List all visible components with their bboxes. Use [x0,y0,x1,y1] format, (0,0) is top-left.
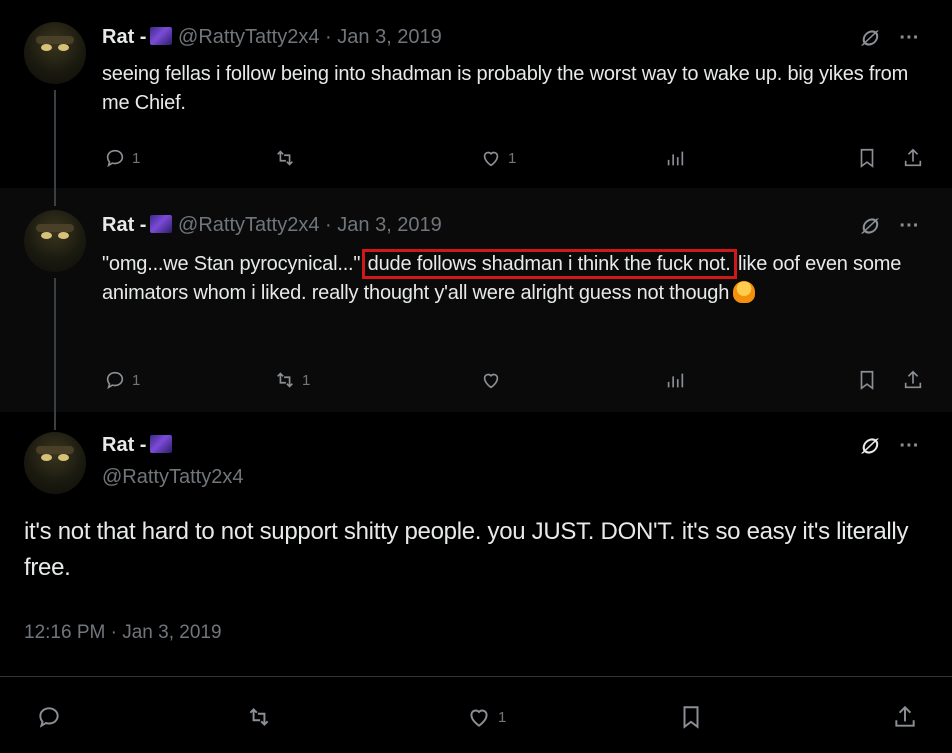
share-icon [904,148,922,167]
like-button[interactable]: 1 [466,702,506,732]
like-count: 1 [498,708,507,726]
more-options-icon[interactable]: ··· [899,435,919,458]
handle[interactable]: @RattyTatty2x4 [178,26,319,48]
avatar[interactable] [24,432,86,494]
person-shrugging-emoji-icon [733,281,756,303]
bookmark-button[interactable] [856,365,878,395]
tweet-text: seeing fellas i follow being into shadma… [102,63,909,114]
retweet-button[interactable]: 1 [274,365,310,395]
tweet-text: "omg...we Stan pyrocynical..." dude foll… [102,249,932,308]
handle[interactable]: @RattyTatty2x4 [178,214,319,236]
thread-tweet-2[interactable]: Rat - @RattyTatty2x4 · Jan 3, 2019 ∅ ···… [0,188,952,412]
display-name[interactable]: Rat - [102,434,146,456]
highlighted-text: dude follows shadman i think the fuck no… [361,249,737,279]
share-button[interactable] [892,702,918,732]
edited-icon: ∅ [860,436,878,458]
heart-icon [470,709,488,727]
reply-icon [106,149,124,168]
retweet-icon [249,708,269,726]
tweet-actions: 1 1 [0,143,952,173]
bookmark-icon [860,148,874,168]
tweet-text-quote: "omg...we Stan pyrocynical..." [102,253,366,275]
reply-button[interactable] [36,702,62,732]
tweet-actions: 1 1 [0,365,952,395]
like-button[interactable]: 1 [480,143,516,173]
bookmark-button[interactable] [678,702,704,732]
display-name[interactable]: Rat - [102,26,146,48]
tweet-timestamp[interactable]: 12:16 PM · Jan 3, 2019 [24,622,222,644]
heart-icon [483,151,499,167]
purple-badge-icon [150,215,173,233]
share-icon [895,705,915,727]
share-icon [904,370,922,389]
tweet-date[interactable]: · Jan 3, 2019 [325,214,442,236]
edited-icon: ∅ [860,28,878,50]
heart-icon [483,373,499,389]
reply-count: 1 [132,149,141,167]
reply-icon [39,707,59,728]
tweet-corner-icons: ∅ ··· [860,214,919,239]
purple-badge-icon [150,27,173,45]
retweet-count: 1 [302,371,311,389]
tweet-header: Rat - @RattyTatty2x4 · Jan 3, 2019 [102,214,442,237]
reply-button[interactable]: 1 [104,143,140,173]
purple-badge-icon [150,435,173,453]
tweet-corner-icons: ∅ ··· [860,434,919,459]
main-tweet-actions: 1 [0,702,952,732]
like-button[interactable] [480,365,508,395]
more-options-icon[interactable]: ··· [899,27,919,50]
analytics-icon [667,151,684,166]
avatar[interactable] [24,22,86,84]
edited-icon: ∅ [860,216,878,238]
main-tweet: Rat - @RattyTatty2x4 ∅ ··· it's not that… [0,412,952,753]
thread-line [54,90,56,190]
bookmark-icon [683,706,699,729]
retweet-button[interactable] [274,143,302,173]
views-button[interactable] [664,365,686,395]
bookmark-button[interactable] [856,143,878,173]
views-button[interactable] [664,143,686,173]
thread-line [54,412,56,430]
handle-row: @RattyTatty2x4 [102,466,243,489]
more-options-icon[interactable]: ··· [899,215,919,238]
analytics-icon [667,373,684,388]
tweet-corner-icons: ∅ ··· [860,26,919,51]
avatar[interactable] [24,210,86,272]
retweet-icon [277,150,293,166]
display-name[interactable]: Rat - [102,214,146,236]
handle[interactable]: @RattyTatty2x4 [102,466,243,488]
thread-line [54,188,56,206]
retweet-icon [277,372,293,388]
divider [0,676,952,677]
reply-count: 1 [132,371,141,389]
reply-button[interactable]: 1 [104,365,140,395]
like-count: 1 [508,149,517,167]
share-button[interactable] [902,365,924,395]
tweet-header: Rat - [102,434,173,457]
retweet-button[interactable] [246,702,272,732]
main-tweet-text: it's not that hard to not support shitty… [24,518,909,581]
thread-tweet-1[interactable]: Rat - @RattyTatty2x4 · Jan 3, 2019 ∅ ···… [0,0,952,190]
tweet-date[interactable]: · Jan 3, 2019 [325,26,442,48]
bookmark-icon [860,370,874,390]
reply-icon [106,371,124,390]
share-button[interactable] [902,143,924,173]
tweet-header: Rat - @RattyTatty2x4 · Jan 3, 2019 [102,26,442,49]
